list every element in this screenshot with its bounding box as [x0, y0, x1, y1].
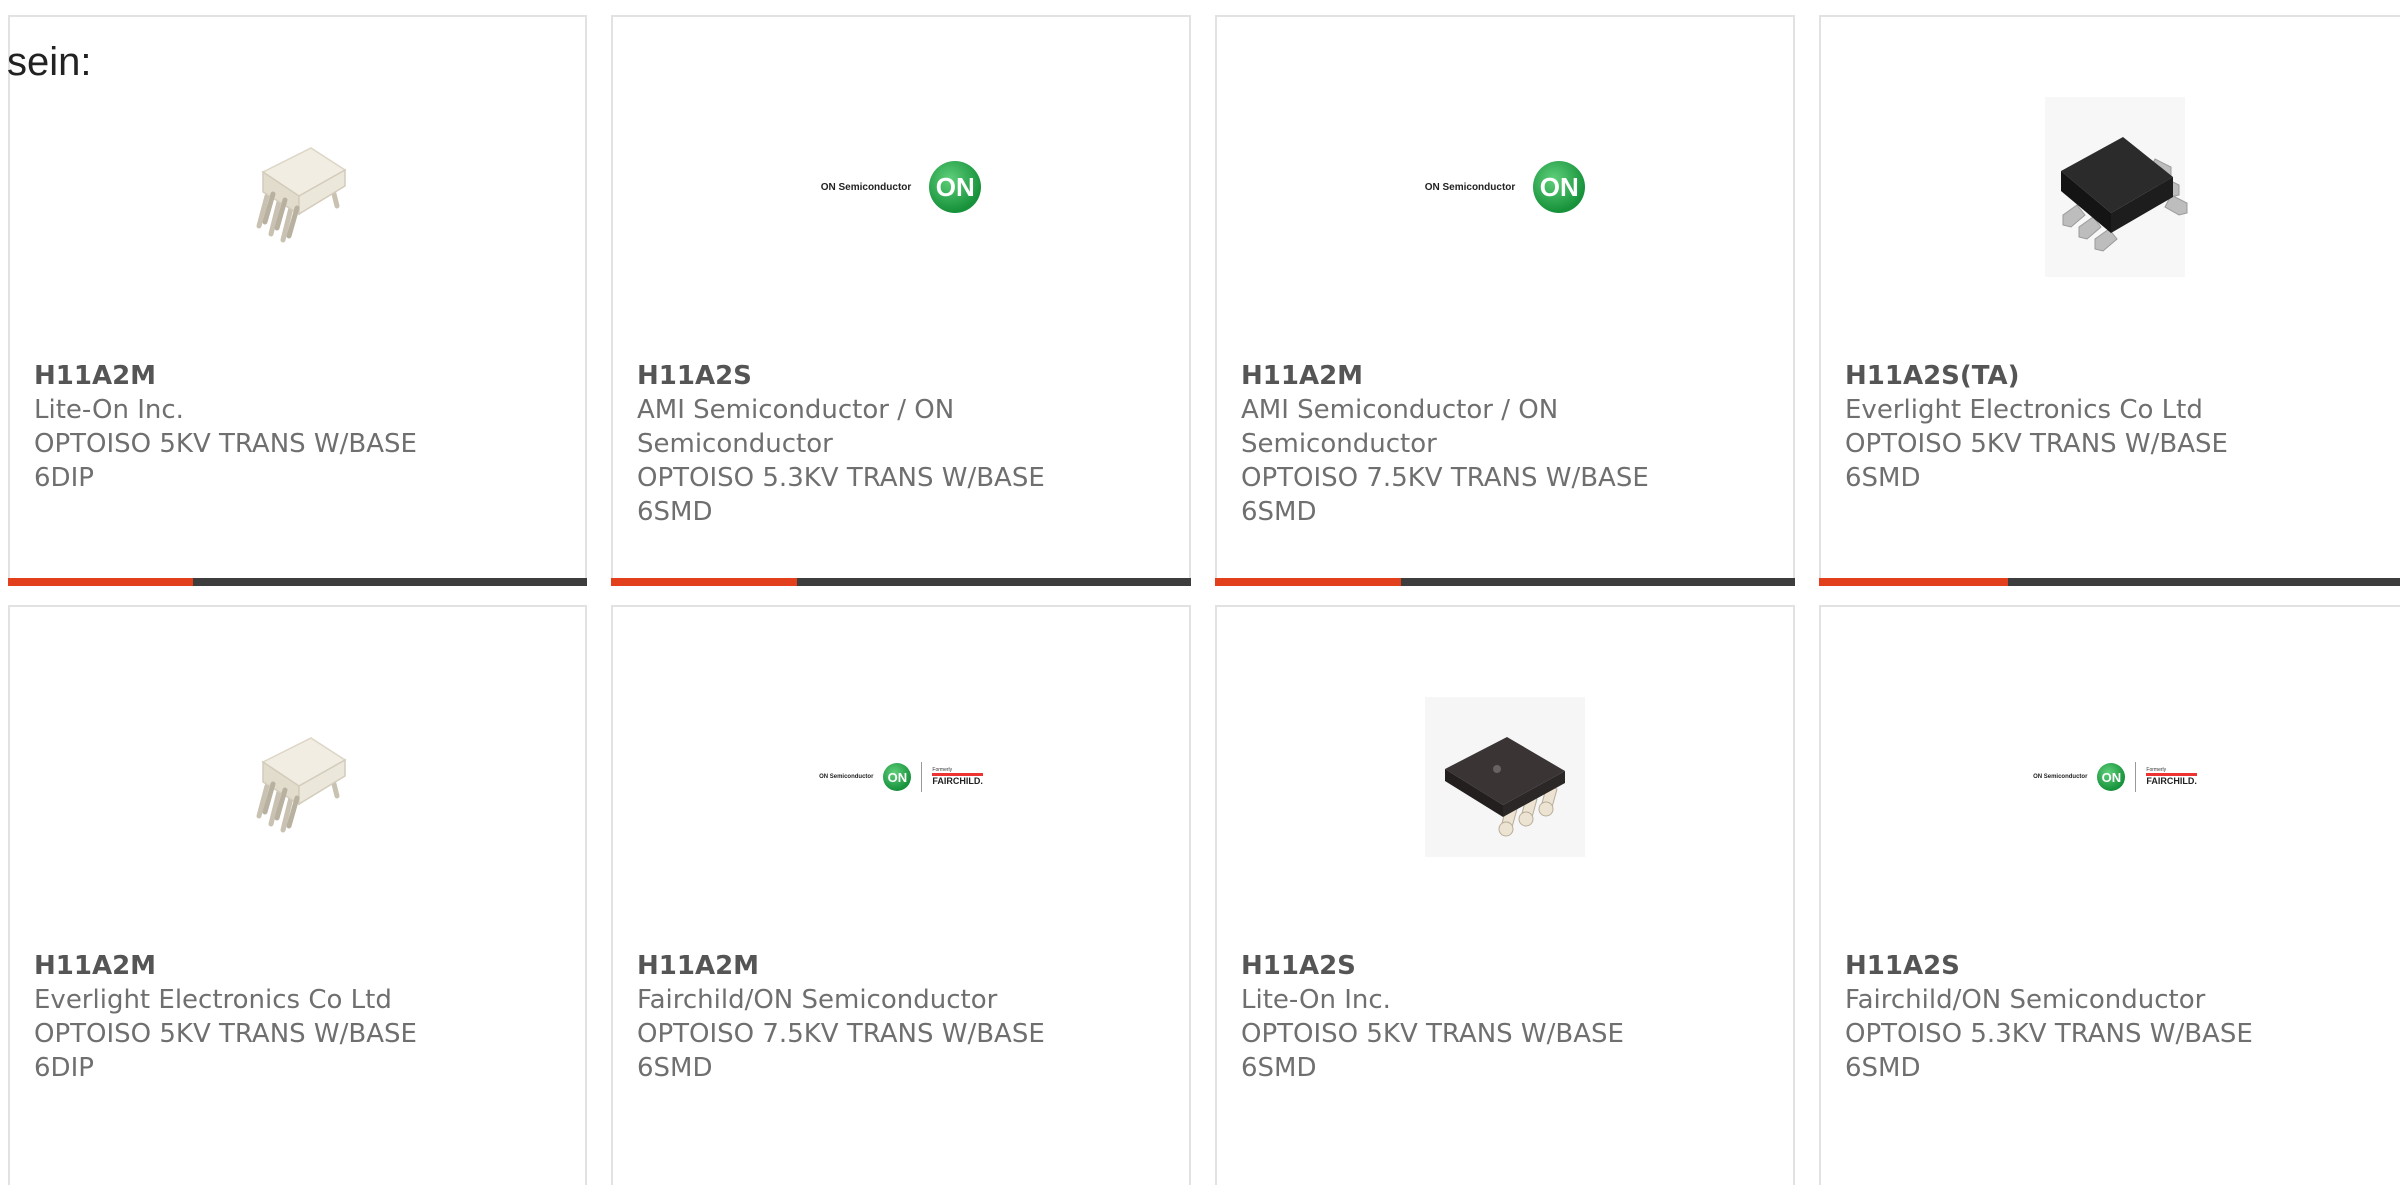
description: OPTOISO 5KV TRANS W/BASE 6SMD — [1845, 429, 2228, 493]
on-logo-icon: ON — [1533, 161, 1586, 213]
product-image[interactable] — [1821, 57, 2400, 317]
description: OPTOISO 5KV TRANS W/BASE 6SMD — [1241, 1019, 1624, 1083]
manufacturer: Everlight Electronics Co Ltd — [1845, 395, 2203, 425]
on-fairchild-logo: ON Semiconductor ON Formerly FAIRCHILD. — [2033, 762, 2197, 792]
description: OPTOISO 5.3KV TRANS W/BASE 6SMD — [637, 463, 1045, 527]
manufacturer: Lite-On Inc. — [34, 395, 184, 425]
dip6-package-icon — [256, 737, 346, 833]
on-semiconductor-logo: ON Semiconductor ON — [1425, 161, 1586, 213]
manufacturer: Fairchild/ON Semiconductor — [1845, 985, 2206, 1015]
product-card[interactable]: ON Semiconductor ON H11A2S AMI Semicondu… — [611, 15, 1191, 586]
product-image[interactable]: ON Semiconductor ON Formerly FAIRCHILD. — [1821, 647, 2400, 907]
section-heading: sein: — [7, 40, 92, 84]
progress-fill — [1215, 578, 1401, 586]
progress-fill — [1819, 578, 2009, 586]
dip6-package-icon — [256, 147, 346, 243]
fairchild-logo-icon: FAIRCHILD. — [932, 773, 983, 786]
smd6-package-icon — [1425, 697, 1585, 857]
logo-text: ON Semiconductor — [819, 774, 874, 780]
progress-fill — [611, 578, 797, 586]
logo-text: ON Semiconductor — [2033, 774, 2088, 780]
product-image[interactable] — [1217, 647, 1793, 907]
product-card[interactable]: H11A2S(TA) Everlight Electronics Co Ltd … — [1819, 15, 2400, 586]
smd6-package-icon — [2045, 97, 2188, 277]
on-logo-icon: ON — [2097, 763, 2126, 791]
product-image[interactable]: ON Semiconductor ON — [613, 57, 1189, 317]
on-fairchild-logo: ON Semiconductor ON Formerly FAIRCHILD. — [819, 762, 983, 792]
description: OPTOISO 7.5KV TRANS W/BASE 6SMD — [1241, 463, 1649, 527]
product-image[interactable] — [10, 57, 585, 317]
part-number[interactable]: H11A2M — [34, 949, 565, 983]
description: OPTOISO 7.5KV TRANS W/BASE 6SMD — [637, 1019, 1045, 1083]
product-image[interactable]: ON Semiconductor ON — [1217, 57, 1793, 317]
progress-bar — [1819, 578, 2400, 586]
product-card[interactable]: H11A2S Lite-On Inc. OPTOISO 5KV TRANS W/… — [1215, 605, 1795, 1185]
product-card[interactable]: ON Semiconductor ON Formerly FAIRCHILD. … — [1819, 605, 2400, 1185]
product-card[interactable]: ON Semiconductor ON H11A2M AMI Semicondu… — [1215, 15, 1795, 586]
description: OPTOISO 5.3KV TRANS W/BASE 6SMD — [1845, 1019, 2253, 1083]
part-number[interactable]: H11A2S — [1241, 949, 1773, 983]
on-logo-icon: ON — [929, 161, 982, 213]
progress-bar — [8, 578, 587, 586]
manufacturer: Lite-On Inc. — [1241, 985, 1391, 1015]
part-number[interactable]: H11A2M — [34, 359, 565, 393]
product-card[interactable]: H11A2M Everlight Electronics Co Ltd OPTO… — [8, 605, 587, 1185]
part-number[interactable]: H11A2S — [637, 359, 1169, 393]
manufacturer: AMI Semiconductor / ON Semiconductor — [637, 395, 955, 459]
part-number[interactable]: H11A2S(TA) — [1845, 359, 2389, 393]
part-number[interactable]: H11A2S — [1845, 949, 2389, 983]
manufacturer: Fairchild/ON Semiconductor — [637, 985, 998, 1015]
part-number[interactable]: H11A2M — [1241, 359, 1773, 393]
progress-bar — [1215, 578, 1795, 586]
product-grid-page: sein: H11A2M Lite-On Inc. OPTOISO 5KV TR… — [0, 0, 2400, 1185]
on-logo-icon: ON — [883, 763, 912, 791]
manufacturer: AMI Semiconductor / ON Semiconductor — [1241, 395, 1559, 459]
logo-text: ON Semiconductor — [1424, 181, 1516, 193]
product-image[interactable]: ON Semiconductor ON Formerly FAIRCHILD. — [613, 647, 1189, 907]
product-card[interactable]: H11A2M Lite-On Inc. OPTOISO 5KV TRANS W/… — [8, 15, 587, 586]
progress-bar — [611, 578, 1191, 586]
description: OPTOISO 5KV TRANS W/BASE 6DIP — [34, 429, 417, 493]
part-number[interactable]: H11A2M — [637, 949, 1169, 983]
fairchild-logo-icon: FAIRCHILD. — [2146, 773, 2197, 786]
logo-text: ON Semiconductor — [820, 181, 912, 193]
product-image[interactable] — [10, 647, 585, 907]
product-card[interactable]: ON Semiconductor ON Formerly FAIRCHILD. … — [611, 605, 1191, 1185]
description: OPTOISO 5KV TRANS W/BASE 6DIP — [34, 1019, 417, 1083]
manufacturer: Everlight Electronics Co Ltd — [34, 985, 392, 1015]
on-semiconductor-logo: ON Semiconductor ON — [821, 161, 982, 213]
progress-fill — [8, 578, 194, 586]
